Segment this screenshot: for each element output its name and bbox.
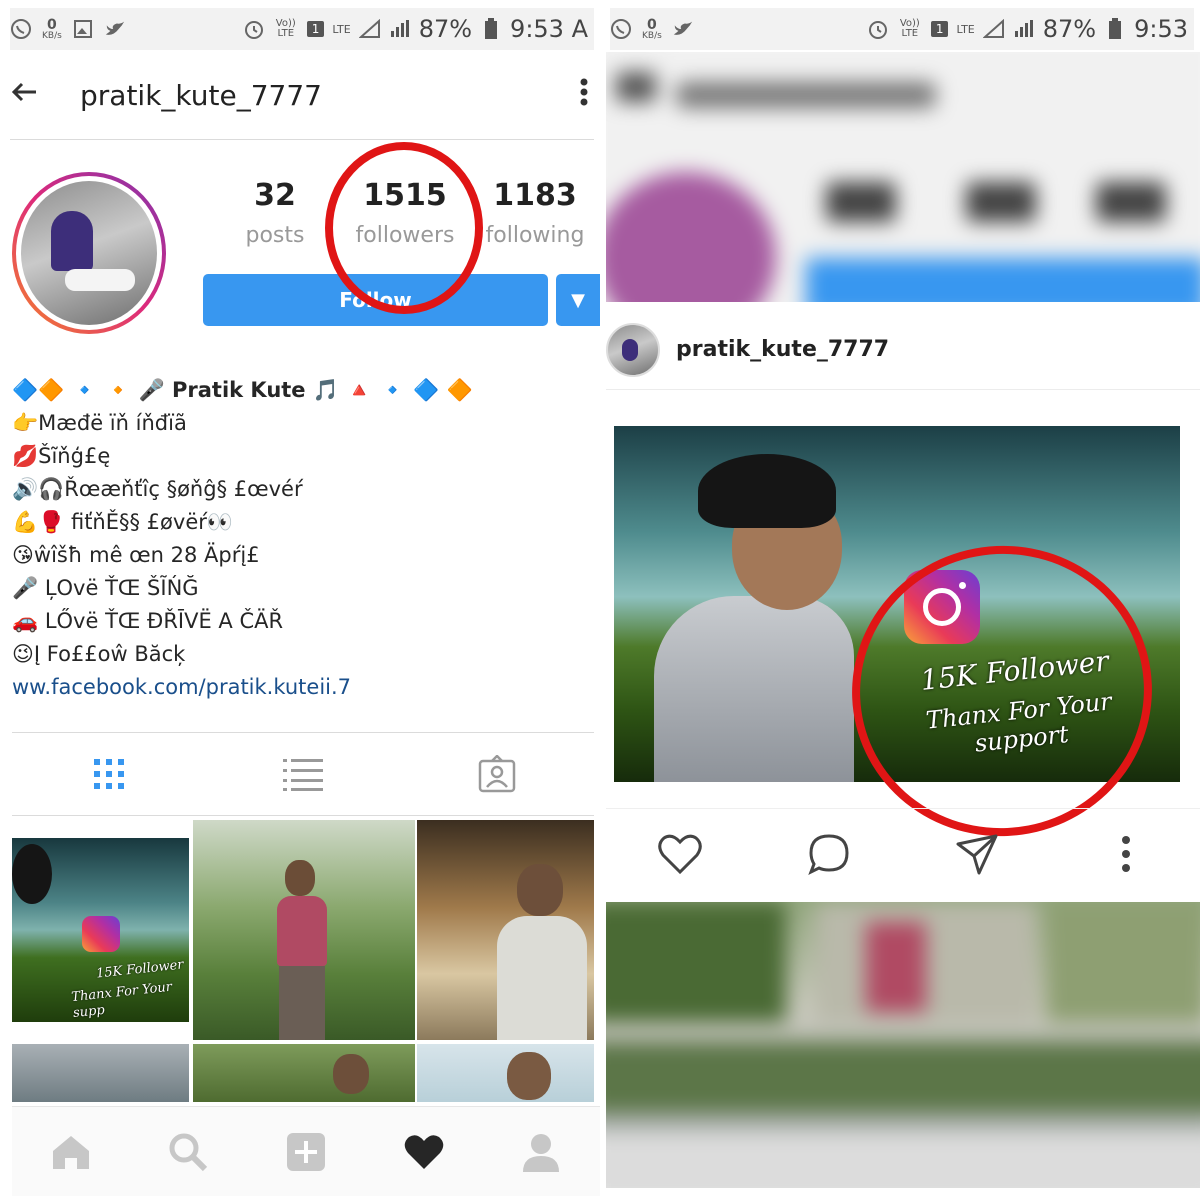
profile-bio: 🔷🔶 🔹 🔸 🎤 Pratik Kute 🎵 🔺 🔹 🔷 🔶 👉Mæđë ïň …	[12, 374, 592, 704]
following-label: following	[485, 223, 585, 248]
bottom-navigation	[12, 1106, 600, 1196]
bio-line: 👉Mæđë ïň íňđïã	[12, 411, 187, 435]
signal-icon	[358, 18, 381, 40]
nav-new-post[interactable]	[247, 1132, 365, 1172]
blurred-next-post	[606, 902, 1200, 1188]
bio-website-link[interactable]: ww.facebook.com/pratik.kuteii.7	[12, 671, 592, 704]
instagram-logo	[82, 916, 120, 952]
following-count: 1183	[493, 178, 577, 213]
bio-line: 🎤 ĻOvë ŤŒ ŠĨŃĞ	[12, 576, 199, 600]
back-arrow-icon[interactable]	[10, 77, 60, 115]
alarm-icon	[243, 18, 265, 40]
network-speed: 0 KB/s	[642, 16, 662, 41]
bio-line: 🔊🎧Řœæňťîç §øňĝ§ £œvéŕ	[12, 477, 303, 501]
bio-name-line: 🔷🔶 🔹 🔸 🎤 Pratik Kute 🎵 🔺 🔹 🔷 🔶	[12, 378, 473, 402]
like-button[interactable]	[606, 833, 755, 875]
profile-view-tabs	[12, 732, 594, 816]
alarm-icon	[867, 18, 889, 40]
post-actions	[606, 808, 1200, 898]
clock: 9:53	[1134, 15, 1188, 43]
battery-percent: 87%	[1042, 15, 1097, 43]
thumb-caption-line1: 15K Follower	[95, 957, 185, 982]
status-bar: 0 KB/s Vo)) LTE 1 LTE 87% 9:53	[610, 8, 1194, 50]
comment-button[interactable]	[755, 832, 904, 876]
post-header: pratik_kute_7777	[606, 310, 1200, 390]
volte-indicator: Vo)) LTE	[275, 18, 296, 39]
profile-icon	[523, 1133, 560, 1172]
whatsapp-icon	[610, 18, 632, 40]
avatar-photo	[21, 181, 157, 325]
share-button[interactable]	[903, 832, 1052, 876]
volte-indicator: Vo)) LTE	[899, 18, 920, 39]
list-icon	[283, 759, 323, 791]
network-speed: 0 KB/s	[42, 16, 62, 41]
grid-photo-item[interactable]: 15K Follower Thanx For Your supp	[12, 838, 189, 1022]
tab-tagged[interactable]	[400, 733, 594, 815]
signal-icon	[982, 18, 1005, 40]
grid-photo-item[interactable]	[193, 820, 415, 1040]
sim-indicator: 1	[306, 21, 325, 37]
send-icon	[956, 834, 998, 874]
battery-icon	[480, 18, 502, 40]
tab-list[interactable]	[206, 733, 400, 815]
gallery-icon	[72, 18, 94, 40]
nav-home[interactable]	[12, 1133, 130, 1171]
tagged-photos-icon	[478, 755, 516, 793]
add-post-icon	[286, 1132, 325, 1171]
profile-avatar[interactable]	[12, 172, 166, 334]
twitter-icon	[672, 18, 694, 40]
grid-photo-item[interactable]	[12, 1044, 189, 1102]
clock: 9:53 A	[510, 15, 588, 43]
suggestions-dropdown-button[interactable]: ▼	[556, 274, 600, 326]
signal-bars-icon	[389, 18, 411, 40]
post-screen: 0 KB/s Vo)) LTE 1 LTE 87% 9:53 pratik_ku…	[606, 0, 1200, 1200]
twitter-icon	[104, 18, 126, 40]
post-author-avatar[interactable]	[606, 322, 660, 377]
posts-count: 32	[254, 178, 296, 213]
grid-photo-item[interactable]	[193, 1044, 415, 1102]
posts-stat[interactable]: 32 posts	[210, 178, 340, 248]
photo-grid: 15K Follower Thanx For Your supp	[12, 820, 594, 1102]
post-author-username[interactable]: pratik_kute_7777	[676, 337, 889, 362]
grid-photo-item[interactable]	[417, 820, 594, 1040]
comment-icon	[808, 833, 849, 875]
followers-highlight-circle	[325, 142, 483, 314]
home-icon	[52, 1135, 89, 1169]
bio-line: 😉Į Fo££oŵ Băcķ	[12, 642, 186, 666]
search-icon	[169, 1133, 208, 1171]
profile-screen: 0 KB/s Vo)) LTE 1 LTE 87% 9:53 A pratik_…	[0, 0, 600, 1200]
chevron-down-icon: ▼	[571, 289, 585, 311]
profile-header: pratik_kute_7777	[10, 52, 594, 140]
header-username: pratik_kute_7777	[80, 79, 322, 112]
status-bar: 0 KB/s Vo)) LTE 1 LTE 87% 9:53 A	[10, 8, 594, 50]
following-stat[interactable]: 1183 following	[470, 178, 600, 248]
heart-icon	[404, 1134, 443, 1169]
nav-search[interactable]	[130, 1132, 248, 1172]
lte-indicator: LTE	[956, 22, 975, 36]
posts-label: posts	[245, 223, 305, 248]
bio-line: 😘ŵîšħ mê œn 28 Äpŕį£	[12, 543, 260, 567]
battery-percent: 87%	[418, 15, 473, 43]
more-options-icon[interactable]	[574, 77, 594, 115]
blurred-profile-header	[606, 52, 1200, 302]
heart-outline-icon	[658, 834, 702, 874]
nav-activity[interactable]	[365, 1133, 483, 1171]
sim-indicator: 1	[930, 21, 949, 37]
battery-icon	[1104, 18, 1126, 40]
bio-line: 💪🥊 fiťňĚ§§ £øvëŕ👀	[12, 510, 234, 534]
whatsapp-icon	[10, 18, 32, 40]
tab-grid[interactable]	[12, 733, 206, 815]
bio-line: 💋Šĩňģ£ę	[12, 444, 111, 468]
lte-indicator: LTE	[332, 22, 351, 36]
post-more-button[interactable]	[1052, 834, 1200, 874]
signal-bars-icon	[1013, 18, 1035, 40]
bio-line: 🚗 LŐvë ŤŒ ĐŘĪVË A ČÄŘ	[12, 609, 284, 633]
grid-photo-item[interactable]	[417, 1044, 594, 1102]
more-options-icon	[1121, 835, 1130, 872]
thumb-caption-line2: Thanx For Your supp	[70, 979, 173, 1021]
grid-icon	[94, 759, 124, 789]
nav-profile[interactable]	[482, 1132, 600, 1172]
